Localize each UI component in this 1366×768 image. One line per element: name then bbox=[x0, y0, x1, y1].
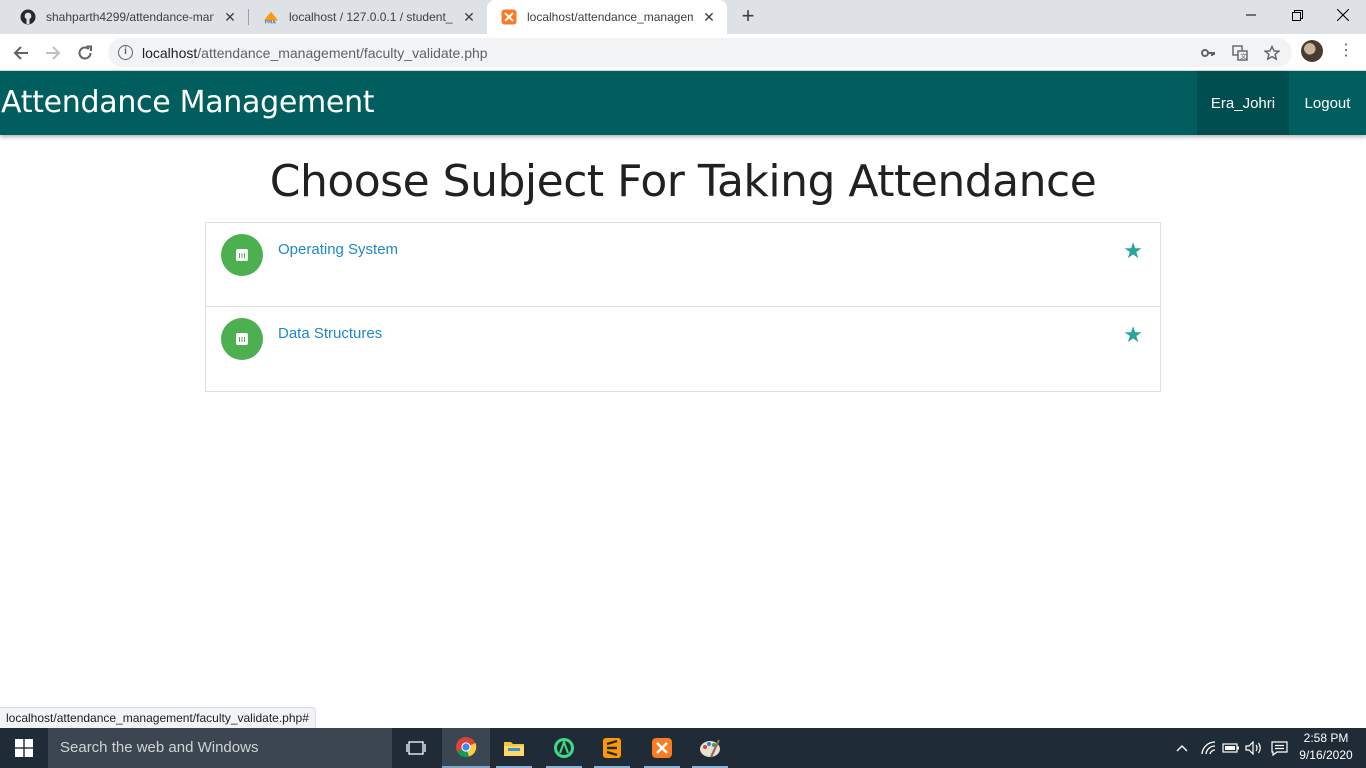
svg-text:PMA: PMA bbox=[265, 20, 277, 25]
system-clock[interactable]: 2:58 PM 9/16/2020 bbox=[1292, 730, 1360, 764]
address-bar[interactable]: i localhost/attendance_management/facult… bbox=[108, 38, 1292, 67]
browser-tab-attendance[interactable]: localhost/attendance_manageme ✕ bbox=[487, 0, 727, 34]
tab-title: shahparth4299/attendance-mana bbox=[46, 10, 214, 24]
subject-list: Operating System ★ Data Structures ★ bbox=[205, 222, 1161, 392]
close-tab-icon[interactable]: ✕ bbox=[461, 9, 477, 25]
forward-arrow-icon[interactable] bbox=[40, 40, 66, 66]
url-text: localhost/attendance_management/faculty_… bbox=[142, 45, 488, 61]
list-item: Data Structures ★ bbox=[206, 307, 1160, 391]
nav-user[interactable]: Era_Johri bbox=[1197, 71, 1289, 135]
app-navbar: Attendance Management Era_Johri Logout bbox=[0, 71, 1366, 135]
close-window-button[interactable] bbox=[1320, 0, 1366, 30]
xampp-taskbar-icon[interactable] bbox=[638, 728, 686, 768]
android-studio-icon[interactable] bbox=[540, 728, 588, 768]
taskbar-search-input[interactable]: Search the web and Windows bbox=[48, 728, 392, 768]
github-icon bbox=[20, 9, 36, 25]
xampp-icon bbox=[501, 9, 517, 25]
new-tab-button[interactable]: + bbox=[736, 5, 760, 28]
paint-icon[interactable] bbox=[686, 728, 734, 768]
svg-text:文: 文 bbox=[1240, 52, 1247, 61]
page-title: Choose Subject For Taking Attendance bbox=[269, 156, 1097, 207]
link-status-bubble: localhost/attendance_management/faculty_… bbox=[0, 707, 316, 728]
profile-avatar[interactable] bbox=[1301, 40, 1323, 62]
bookmark-star-icon[interactable] bbox=[1263, 44, 1281, 61]
tab-title: localhost / 127.0.0.1 / student_ma bbox=[289, 10, 453, 24]
close-tab-icon[interactable]: ✕ bbox=[701, 9, 717, 25]
minimize-button[interactable] bbox=[1228, 0, 1274, 30]
site-info-icon[interactable]: i bbox=[118, 45, 133, 60]
battery-icon[interactable] bbox=[1221, 728, 1241, 768]
browser-toolbar: i localhost/attendance_management/facult… bbox=[0, 34, 1366, 71]
browser-tab-strip: shahparth4299/attendance-mana ✕ PMA loca… bbox=[0, 0, 1366, 34]
clock-time: 2:58 PM bbox=[1303, 731, 1349, 745]
nav-logout[interactable]: Logout bbox=[1289, 71, 1366, 135]
browser-tab-phpmyadmin[interactable]: PMA localhost / 127.0.0.1 / student_ma ✕ bbox=[249, 0, 487, 34]
list-item: Operating System ★ bbox=[206, 223, 1160, 307]
tab-title: localhost/attendance_manageme bbox=[527, 10, 693, 24]
file-explorer-icon[interactable] bbox=[490, 728, 538, 768]
browser-tab-github[interactable]: shahparth4299/attendance-mana ✕ bbox=[6, 0, 248, 34]
key-icon[interactable] bbox=[1200, 45, 1216, 61]
restore-button[interactable] bbox=[1274, 0, 1320, 30]
chrome-icon[interactable] bbox=[442, 728, 490, 768]
star-icon[interactable]: ★ bbox=[1123, 323, 1143, 347]
star-icon[interactable]: ★ bbox=[1123, 239, 1143, 263]
notification-icon[interactable] bbox=[1268, 728, 1290, 768]
close-tab-icon[interactable]: ✕ bbox=[222, 9, 238, 25]
wifi-icon[interactable] bbox=[1198, 728, 1218, 768]
subject-link[interactable]: Operating System bbox=[278, 241, 398, 258]
taskbar: Search the web and Windows 2:58 PM 9/16/… bbox=[0, 728, 1366, 768]
chart-icon bbox=[221, 318, 263, 360]
show-hidden-icons-icon[interactable] bbox=[1172, 728, 1192, 768]
clock-date: 9/16/2020 bbox=[1299, 748, 1353, 762]
subject-link[interactable]: Data Structures bbox=[278, 325, 382, 342]
reload-icon[interactable] bbox=[72, 40, 98, 66]
more-menu-icon[interactable]: ⋮ bbox=[1338, 42, 1354, 60]
windows-start-icon[interactable] bbox=[0, 728, 48, 768]
chart-icon bbox=[221, 234, 263, 276]
translate-icon[interactable]: 文 bbox=[1232, 45, 1248, 61]
brand-logo[interactable]: Attendance Management bbox=[1, 85, 375, 120]
sublime-text-icon[interactable] bbox=[588, 728, 636, 768]
volume-icon[interactable] bbox=[1244, 728, 1264, 768]
back-arrow-icon[interactable] bbox=[8, 40, 34, 66]
phpmyadmin-icon: PMA bbox=[263, 9, 279, 25]
task-view-icon[interactable] bbox=[392, 728, 440, 768]
